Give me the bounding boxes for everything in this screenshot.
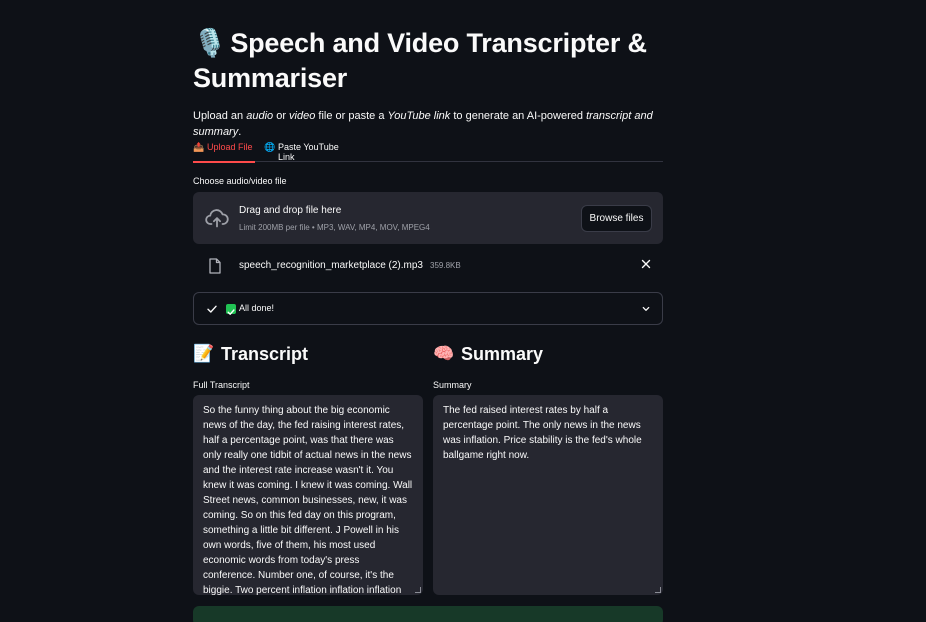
- file-size: 359.8KB: [430, 261, 461, 270]
- summary-textarea[interactable]: The fed raised interest rates by half a …: [433, 395, 663, 595]
- uploaded-file-row: speech_recognition_marketplace (2).mp3 3…: [193, 252, 663, 280]
- tab-label: Paste YouTube Link: [278, 142, 339, 162]
- summary-label: Summary: [433, 380, 472, 390]
- app-page: 🎙️ Speech and Video Transcripter & Summa…: [0, 0, 926, 622]
- subtitle-text: file or paste a: [315, 110, 388, 122]
- uploader-label: Choose audio/video file: [193, 176, 287, 186]
- status-text: All done!: [239, 303, 275, 313]
- file-icon: [209, 258, 221, 274]
- tab-upload-file[interactable]: 📤 Upload File: [193, 142, 255, 163]
- file-dropzone[interactable]: Drag and drop file here Limit 200MB per …: [193, 192, 663, 244]
- transcript-heading: 📝 Transcript: [193, 340, 423, 368]
- transcript-heading-text: Transcript: [221, 344, 309, 364]
- page-title-text: Speech and Video Transcripter & Summaris…: [193, 28, 647, 93]
- browse-files-button[interactable]: Browse files: [581, 205, 652, 232]
- file-name: speech_recognition_marketplace (2).mp3: [239, 260, 423, 271]
- tab-label: Upload File: [207, 142, 253, 152]
- chevron-down-icon: [642, 306, 650, 311]
- subtitle-emphasis-youtube: YouTube link: [387, 110, 451, 122]
- page-title: 🎙️ Speech and Video Transcripter & Summa…: [193, 26, 663, 96]
- brain-icon: 🧠: [433, 344, 455, 363]
- subtitle-text: or: [273, 110, 290, 122]
- dropzone-title: Drag and drop file here: [239, 205, 342, 216]
- transcript-text: So the funny thing about the big economi…: [203, 405, 413, 595]
- close-icon[interactable]: [639, 257, 653, 271]
- resize-handle[interactable]: [655, 587, 661, 593]
- tab-bar: 📤 Upload File 🌐 Paste YouTube Link: [193, 138, 663, 163]
- cloud-upload-icon: [205, 209, 229, 228]
- subtitle-emphasis-audio: audio: [246, 110, 274, 122]
- summary-text: The fed raised interest rates by half a …: [443, 405, 642, 461]
- success-alert: [193, 606, 663, 622]
- transcript-textarea[interactable]: So the funny thing about the big economi…: [193, 395, 423, 595]
- subtitle-text: to generate an AI-powered: [450, 110, 587, 122]
- resize-handle[interactable]: [415, 587, 421, 593]
- summary-column: 🧠 Summary Summary The fed raised interes…: [433, 340, 663, 595]
- inbox-tray-icon: 📤: [193, 142, 205, 152]
- dropzone-limit: Limit 200MB per file • MP3, WAV, MP4, MO…: [239, 223, 430, 232]
- check-box-icon: [226, 304, 236, 315]
- subtitle-emphasis-video: video: [289, 110, 316, 122]
- globe-icon: 🌐: [264, 142, 276, 152]
- checkmark-icon: [207, 305, 217, 313]
- page-subtitle: Upload an audio or video file or paste a…: [193, 108, 663, 140]
- tab-youtube-link[interactable]: 🌐 Paste YouTube Link: [264, 142, 356, 162]
- summary-heading-text: Summary: [461, 344, 544, 364]
- memo-icon: 📝: [193, 344, 215, 363]
- summary-heading: 🧠 Summary: [433, 340, 663, 368]
- subtitle-text: .: [238, 126, 242, 138]
- subtitle-text: Upload an: [193, 110, 247, 122]
- transcript-column: 📝 Transcript Full Transcript So the funn…: [193, 340, 423, 595]
- transcript-label: Full Transcript: [193, 380, 250, 390]
- microphone-icon: 🎙️: [193, 28, 227, 58]
- status-expander[interactable]: All done!: [193, 292, 663, 325]
